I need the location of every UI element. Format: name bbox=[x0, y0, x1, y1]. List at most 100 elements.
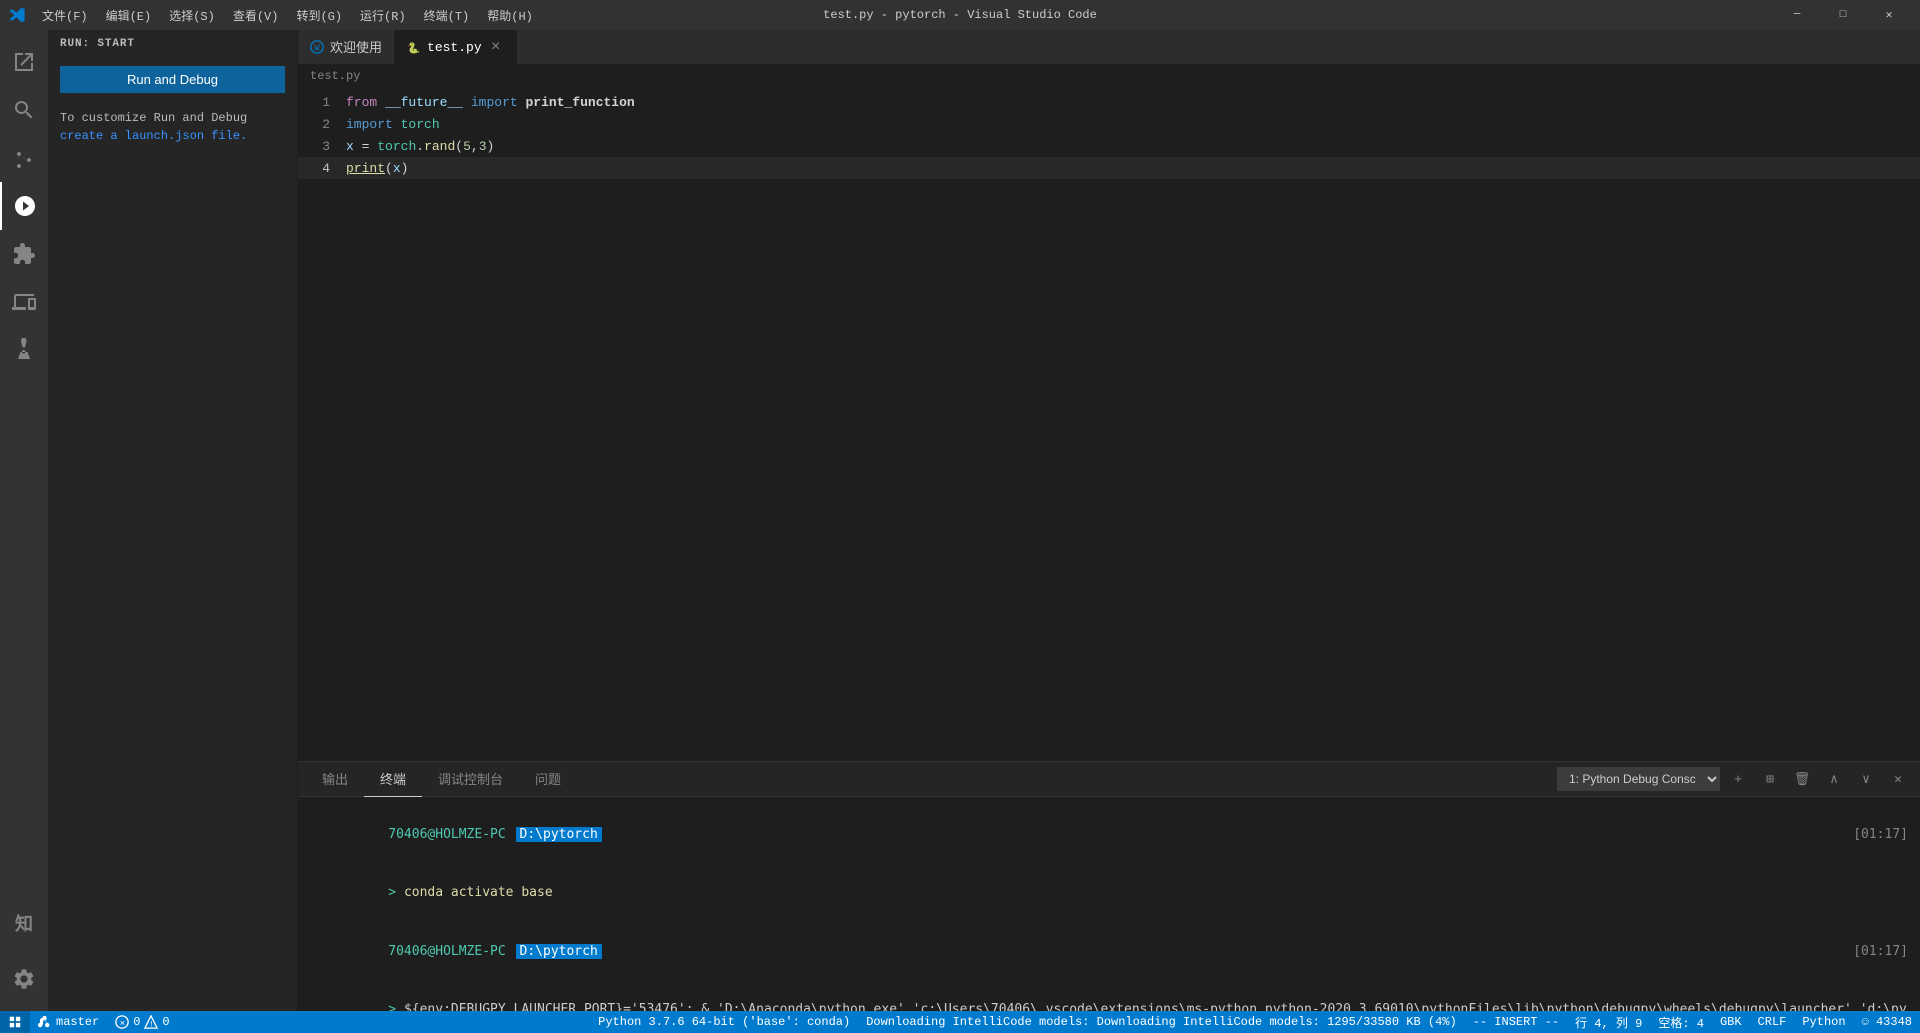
welcome-icon: W bbox=[310, 40, 324, 54]
python-env-text: Python 3.7.6 64-bit ('base': conda) bbox=[598, 1015, 850, 1029]
activity-item-settings[interactable] bbox=[0, 955, 48, 1003]
menu-view[interactable]: 查看(V) bbox=[225, 5, 287, 26]
menu-file[interactable]: 文件(F) bbox=[34, 5, 96, 26]
menu-run[interactable]: 运行(R) bbox=[352, 5, 414, 26]
status-line-ending[interactable]: CRLF bbox=[1750, 1011, 1795, 1033]
status-remote-icon[interactable] bbox=[0, 1011, 30, 1033]
close-button[interactable]: ✕ bbox=[1866, 0, 1912, 30]
editor-area: W 欢迎使用 🐍 test.py × test.py 1 from __futu… bbox=[298, 30, 1920, 1011]
status-encoding[interactable]: GBK bbox=[1712, 1011, 1750, 1033]
window-title: test.py - pytorch - Visual Studio Code bbox=[823, 8, 1097, 22]
line-number-3: 3 bbox=[298, 139, 346, 154]
titlebar: 文件(F) 编辑(E) 选择(S) 查看(V) 转到(G) 运行(R) 终端(T… bbox=[0, 0, 1920, 30]
line-number-4: 4 bbox=[298, 161, 346, 176]
titlebar-menu: 文件(F) 编辑(E) 选择(S) 查看(V) 转到(G) 运行(R) 终端(T… bbox=[34, 5, 541, 26]
terminal-line-3: 70406@HOLMZE-PC D:\pytorch [01:17] bbox=[310, 922, 1908, 981]
code-editor[interactable]: 1 from __future__ import print_function … bbox=[298, 87, 1920, 761]
line-ending-text: CRLF bbox=[1758, 1015, 1787, 1029]
activity-bar: 知 bbox=[0, 30, 48, 1011]
create-launch-json-link[interactable]: create a launch.json file. bbox=[60, 129, 247, 143]
insert-mode-text: -- INSERT -- bbox=[1473, 1015, 1559, 1029]
status-cursor-position[interactable]: 行 4, 列 9 bbox=[1567, 1011, 1650, 1033]
activity-item-remote[interactable] bbox=[0, 278, 48, 326]
menu-edit[interactable]: 编辑(E) bbox=[98, 5, 160, 26]
activity-item-explorer[interactable] bbox=[0, 38, 48, 86]
split-terminal-button[interactable]: ⊞ bbox=[1756, 765, 1784, 793]
status-bar-right: Python 3.7.6 64-bit ('base': conda) Down… bbox=[590, 1011, 1920, 1033]
maximize-button[interactable]: □ bbox=[1820, 0, 1866, 30]
sidebar-header: RUN: START bbox=[48, 30, 297, 58]
titlebar-left: 文件(F) 编辑(E) 选择(S) 查看(V) 转到(G) 运行(R) 终端(T… bbox=[8, 5, 541, 26]
delete-terminal-button[interactable]: 🗑 bbox=[1788, 765, 1816, 793]
tab-welcome-label: 欢迎使用 bbox=[330, 37, 382, 56]
status-intellicode[interactable]: Downloading IntelliCode models: Download… bbox=[858, 1011, 1465, 1033]
line-number-2: 2 bbox=[298, 117, 346, 132]
terminal-selector[interactable]: 1: Python Debug Consc bbox=[1557, 767, 1720, 791]
panel-tabs-right: 1: Python Debug Consc + ⊞ 🗑 ∧ ∨ ✕ bbox=[1557, 765, 1912, 793]
status-git-branch[interactable]: master bbox=[30, 1011, 107, 1033]
tab-test-py[interactable]: 🐍 test.py × bbox=[395, 30, 517, 64]
status-bar-left: master ✕ 0 ! 0 bbox=[0, 1011, 178, 1033]
terminal-content[interactable]: 70406@HOLMZE-PC D:\pytorch [01:17] > con… bbox=[298, 797, 1920, 1011]
status-language[interactable]: Python bbox=[1794, 1011, 1853, 1033]
line-number-1: 1 bbox=[298, 95, 346, 110]
activity-item-test[interactable] bbox=[0, 326, 48, 374]
menu-terminal[interactable]: 终端(T) bbox=[416, 5, 478, 26]
minimize-button[interactable]: ─ bbox=[1774, 0, 1820, 30]
sidebar-description: To customize Run and Debug create a laun… bbox=[48, 101, 297, 153]
activity-item-extensions[interactable] bbox=[0, 230, 48, 278]
panel-tab-output[interactable]: 输出 bbox=[306, 762, 364, 797]
activity-item-source-control[interactable] bbox=[0, 134, 48, 182]
code-line-2: 2 import torch bbox=[298, 113, 1920, 135]
panel-tabs: 输出 终端 调试控制台 问题 1: Python Debug Consc + ⊞… bbox=[298, 762, 1920, 797]
menu-goto[interactable]: 转到(G) bbox=[288, 5, 350, 26]
indent-text: 空格: 4 bbox=[1658, 1014, 1704, 1031]
tab-close-button[interactable]: × bbox=[488, 39, 504, 55]
line-content-2: import torch bbox=[346, 117, 1904, 132]
run-and-debug-button[interactable]: Run and Debug bbox=[60, 66, 285, 93]
language-text: Python bbox=[1802, 1015, 1845, 1029]
code-line-1: 1 from __future__ import print_function bbox=[298, 91, 1920, 113]
svg-text:W: W bbox=[314, 43, 320, 53]
activity-item-run-debug[interactable] bbox=[0, 182, 48, 230]
status-bar: master ✕ 0 ! 0 Python 3.7.6 64-bit ('bas… bbox=[0, 1011, 1920, 1033]
terminal-line-2: > conda activate base bbox=[310, 864, 1908, 923]
panel-tabs-left: 输出 终端 调试控制台 问题 bbox=[306, 762, 577, 797]
app-body: 知 RUN: START Run and Debug To customize … bbox=[0, 30, 1920, 1011]
activity-item-zhihu[interactable]: 知 bbox=[0, 899, 48, 947]
terminal-panel: 输出 终端 调试控制台 问题 1: Python Debug Consc + ⊞… bbox=[298, 761, 1920, 1011]
panel-expand-button[interactable]: ∧ bbox=[1820, 765, 1848, 793]
titlebar-controls: ─ □ ✕ bbox=[1774, 0, 1912, 30]
status-python-env[interactable]: Python 3.7.6 64-bit ('base': conda) bbox=[590, 1011, 858, 1033]
notification-count: ☺ 43348 bbox=[1862, 1015, 1912, 1029]
panel-tab-debug-console[interactable]: 调试控制台 bbox=[422, 762, 519, 797]
terminal-line-1: 70406@HOLMZE-PC D:\pytorch [01:17] bbox=[310, 805, 1908, 864]
cursor-position-text: 行 4, 列 9 bbox=[1575, 1014, 1642, 1031]
status-indent[interactable]: 空格: 4 bbox=[1650, 1011, 1712, 1033]
term-user-1: 70406@HOLMZE-PC bbox=[388, 827, 505, 842]
term-cmd-2: ${env:DEBUGPY_LAUNCHER_PORT}='53476'; & … bbox=[310, 1002, 1907, 1011]
line-content-4: print(x) bbox=[346, 161, 1904, 176]
vscode-logo-icon bbox=[8, 6, 26, 24]
warning-count: 0 bbox=[162, 1015, 169, 1029]
term-user-2: 70406@HOLMZE-PC bbox=[388, 944, 505, 959]
intellicode-text: Downloading IntelliCode models: Download… bbox=[866, 1015, 1457, 1029]
breadcrumb-file: test.py bbox=[310, 69, 360, 83]
sidebar: RUN: START Run and Debug To customize Ru… bbox=[48, 30, 298, 1011]
status-errors[interactable]: ✕ 0 ! 0 bbox=[107, 1011, 177, 1033]
activity-item-search[interactable] bbox=[0, 86, 48, 134]
status-notifications[interactable]: ☺ 43348 bbox=[1854, 1011, 1920, 1033]
tab-bar: W 欢迎使用 🐍 test.py × bbox=[298, 30, 1920, 65]
new-terminal-button[interactable]: + bbox=[1724, 765, 1752, 793]
panel-close-button[interactable]: ✕ bbox=[1884, 765, 1912, 793]
menu-select[interactable]: 选择(S) bbox=[161, 5, 223, 26]
menu-help[interactable]: 帮助(H) bbox=[479, 5, 541, 26]
code-line-3: 3 x = torch.rand(5,3) bbox=[298, 135, 1920, 157]
term-timestamp-1: [01:17] bbox=[1853, 825, 1908, 845]
panel-collapse-button[interactable]: ∨ bbox=[1852, 765, 1880, 793]
terminal-line-4: > ${env:DEBUGPY_LAUNCHER_PORT}='53476'; … bbox=[310, 981, 1908, 1012]
tab-welcome[interactable]: W 欢迎使用 bbox=[298, 30, 395, 64]
term-cmd-1: conda activate base bbox=[404, 885, 553, 900]
panel-tab-problems[interactable]: 问题 bbox=[519, 762, 577, 797]
panel-tab-terminal[interactable]: 终端 bbox=[364, 762, 422, 797]
